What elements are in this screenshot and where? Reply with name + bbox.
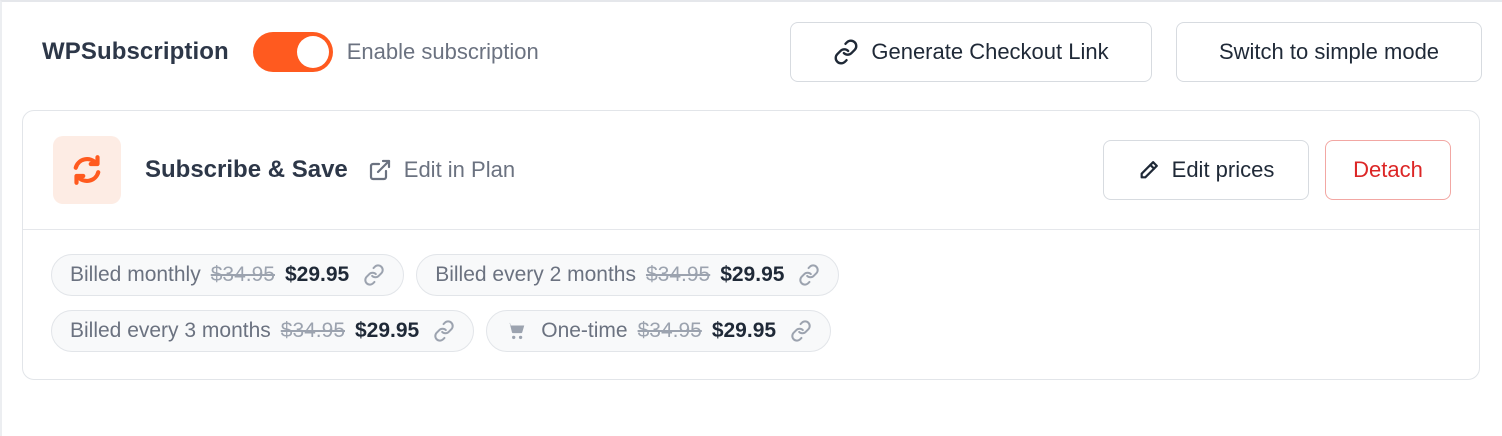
plan-name: Subscribe & Save [145,156,348,183]
price-chip-monthly[interactable]: Billed monthly $34.95 $29.95 [51,254,405,296]
toggle-label: Enable subscription [346,39,539,64]
chip-old-price: $34.95 [210,263,275,286]
subscription-toggle[interactable] [252,32,333,72]
chip-old-price: $34.95 [637,319,702,342]
price-chip-every-2-months[interactable]: Billed every 2 months $34.95 $29.95 [416,254,840,296]
header: WPSubscription Enable subscription Gener… [42,22,1482,82]
chip-label: Billed monthly [70,263,201,286]
price-chip-every-3-months[interactable]: Billed every 3 months $34.95 $29.95 [51,310,475,352]
link-icon[interactable] [798,264,820,286]
cart-icon [505,320,527,342]
brand-title: WPSubscription [42,38,229,65]
plan-card-header: Subscribe & Save Edit in Plan Edit price… [23,111,1479,230]
edit-in-plan-label: Edit in Plan [403,157,516,182]
generate-checkout-link-label: Generate Checkout Link [871,39,1109,64]
plan-card: Subscribe & Save Edit in Plan Edit price… [22,110,1480,380]
chip-price: $29.95 [284,263,350,286]
pencil-icon [1138,159,1160,181]
chip-price: $29.95 [720,263,785,286]
chip-label: Billed every 2 months [435,263,636,286]
detach-button[interactable]: Detach [1325,140,1451,200]
external-link-icon [368,158,392,182]
link-icon[interactable] [790,320,812,342]
chip-row: Billed monthly $34.95 $29.95 Billed ever… [51,254,1451,296]
price-chips: Billed monthly $34.95 $29.95 Billed ever… [23,230,1479,352]
chip-label: Billed every 3 months [70,319,271,342]
chip-old-price: $34.95 [280,319,345,342]
chip-row: Billed every 3 months $34.95 $29.95 One-… [51,310,1451,352]
link-icon[interactable] [433,320,455,342]
link-icon [833,39,859,65]
chip-old-price: $34.95 [645,263,711,286]
chip-price: $29.95 [711,319,777,342]
edit-prices-label: Edit prices [1171,157,1275,182]
switch-simple-mode-button[interactable]: Switch to simple mode [1176,22,1482,82]
refresh-icon [53,136,121,204]
edit-prices-button[interactable]: Edit prices [1103,140,1309,200]
link-icon[interactable] [363,264,385,286]
chip-label: One-time [541,319,628,342]
chip-price: $29.95 [355,319,420,342]
generate-checkout-link-button[interactable]: Generate Checkout Link [790,22,1152,82]
toggle-knob [296,36,329,68]
price-chip-one-time[interactable]: One-time $34.95 $29.95 [486,310,832,352]
edit-in-plan-link[interactable]: Edit in Plan [368,157,515,183]
